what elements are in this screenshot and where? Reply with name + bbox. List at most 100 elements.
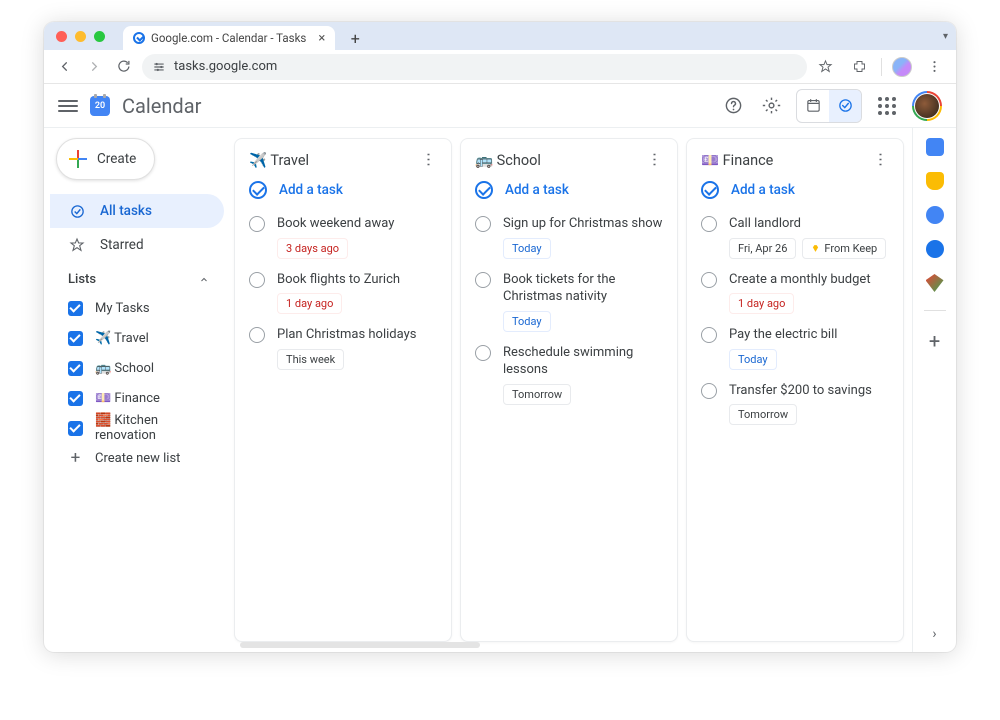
maximize-window[interactable] bbox=[94, 31, 105, 42]
task-row[interactable]: Call landlord Fri, Apr 26 From Keep bbox=[693, 209, 897, 265]
task-checkbox[interactable] bbox=[701, 216, 717, 232]
due-chip[interactable]: Tomorrow bbox=[503, 384, 571, 405]
task-row[interactable]: Book weekend away 3 days ago bbox=[241, 209, 445, 265]
due-chip[interactable]: Tomorrow bbox=[729, 404, 797, 425]
task-checkbox[interactable] bbox=[701, 383, 717, 399]
task-row[interactable]: Transfer $200 to savings Tomorrow bbox=[693, 376, 897, 432]
chevron-up-icon bbox=[198, 274, 210, 286]
due-chip[interactable]: This week bbox=[277, 349, 344, 370]
due-chip[interactable]: Today bbox=[503, 311, 551, 332]
nav-label: All tasks bbox=[100, 203, 152, 219]
keep-addon-icon[interactable] bbox=[926, 172, 944, 190]
column-menu-icon[interactable]: ⋯ bbox=[646, 152, 664, 168]
task-columns: ✈️ Travel ⋯ Add a task Book weekend away… bbox=[230, 128, 912, 652]
checkbox-icon[interactable] bbox=[68, 361, 83, 376]
task-row[interactable]: Sign up for Christmas show Today bbox=[467, 209, 671, 265]
checkbox-icon[interactable] bbox=[68, 391, 83, 406]
tasks-addon-icon[interactable] bbox=[926, 206, 944, 224]
tab-strip: Google.com - Calendar - Tasks × + ▾ bbox=[44, 22, 956, 50]
calendar-addon-icon[interactable] bbox=[926, 138, 944, 156]
source-chip[interactable]: From Keep bbox=[802, 238, 886, 259]
checkbox-icon[interactable] bbox=[68, 331, 83, 346]
reload-button[interactable] bbox=[112, 55, 136, 79]
add-task-button[interactable]: Add a task bbox=[241, 177, 445, 209]
add-task-button[interactable]: Add a task bbox=[693, 177, 897, 209]
lists-header[interactable]: Lists bbox=[50, 262, 224, 293]
profile-avatar[interactable] bbox=[892, 57, 912, 77]
account-avatar[interactable] bbox=[912, 91, 942, 121]
browser-tab[interactable]: Google.com - Calendar - Tasks × bbox=[123, 26, 335, 50]
window-controls bbox=[44, 31, 117, 42]
close-tab-icon[interactable]: × bbox=[318, 31, 325, 46]
site-info-icon[interactable] bbox=[152, 60, 166, 74]
contacts-addon-icon[interactable] bbox=[926, 240, 944, 258]
back-button[interactable] bbox=[52, 55, 76, 79]
task-checkbox[interactable] bbox=[475, 272, 491, 288]
horizontal-scrollbar[interactable] bbox=[240, 642, 480, 648]
support-icon[interactable] bbox=[720, 93, 746, 119]
due-chip[interactable]: Fri, Apr 26 bbox=[729, 238, 796, 259]
calendar-logo-icon: 20 bbox=[90, 96, 110, 116]
task-row[interactable]: Book tickets for the Christmas nativity … bbox=[467, 265, 671, 338]
task-checkbox[interactable] bbox=[701, 327, 717, 343]
url-text: tasks.google.com bbox=[174, 59, 277, 74]
checkbox-icon[interactable] bbox=[68, 301, 83, 316]
due-chip[interactable]: 1 day ago bbox=[277, 293, 342, 314]
create-list-label: Create new list bbox=[95, 451, 180, 466]
nav-starred[interactable]: Starred bbox=[50, 228, 224, 262]
add-task-label: Add a task bbox=[505, 182, 569, 198]
column-title: 🚌 School bbox=[475, 152, 541, 169]
maps-addon-icon[interactable] bbox=[926, 274, 944, 292]
task-checkbox[interactable] bbox=[249, 272, 265, 288]
task-title: Plan Christmas holidays bbox=[277, 326, 416, 344]
new-tab-button[interactable]: + bbox=[343, 26, 367, 50]
task-row[interactable]: Create a monthly budget 1 day ago bbox=[693, 265, 897, 321]
task-row[interactable]: Reschedule swimming lessons Tomorrow bbox=[467, 338, 671, 411]
omnibox[interactable]: tasks.google.com bbox=[142, 54, 807, 80]
task-row[interactable]: Plan Christmas holidays This week bbox=[241, 320, 445, 376]
get-addons-icon[interactable]: + bbox=[929, 329, 940, 353]
app-title: Calendar bbox=[122, 94, 201, 118]
tasks-view-button[interactable] bbox=[829, 90, 861, 122]
checkbox-icon[interactable] bbox=[68, 421, 83, 436]
task-row[interactable]: Pay the electric bill Today bbox=[693, 320, 897, 376]
due-chip[interactable]: Today bbox=[729, 349, 777, 370]
browser-menu-icon[interactable] bbox=[922, 55, 946, 79]
tab-overflow-icon[interactable]: ▾ bbox=[943, 31, 948, 42]
tab-title: Google.com - Calendar - Tasks bbox=[151, 31, 306, 45]
minimize-window[interactable] bbox=[75, 31, 86, 42]
column-menu-icon[interactable]: ⋯ bbox=[872, 152, 890, 168]
main-menu-button[interactable] bbox=[58, 100, 78, 112]
list-item-kitchen[interactable]: 🧱 Kitchen renovation bbox=[50, 413, 224, 443]
create-new-list[interactable]: + Create new list bbox=[50, 443, 224, 473]
list-item-school[interactable]: 🚌 School bbox=[50, 353, 224, 383]
nav-all-tasks[interactable]: All tasks bbox=[50, 194, 224, 228]
lists-label: Lists bbox=[68, 272, 96, 287]
task-checkbox[interactable] bbox=[701, 272, 717, 288]
task-checkbox[interactable] bbox=[249, 327, 265, 343]
task-checkbox[interactable] bbox=[249, 216, 265, 232]
task-title: Transfer $200 to savings bbox=[729, 382, 872, 400]
add-task-button[interactable]: Add a task bbox=[467, 177, 671, 209]
due-chip[interactable]: 1 day ago bbox=[729, 293, 794, 314]
column-menu-icon[interactable]: ⋯ bbox=[420, 152, 438, 168]
extensions-icon[interactable] bbox=[847, 55, 871, 79]
calendar-view-button[interactable] bbox=[797, 90, 829, 122]
bookmark-icon[interactable] bbox=[813, 55, 837, 79]
due-chip[interactable]: 3 days ago bbox=[277, 238, 348, 259]
google-apps-icon[interactable] bbox=[874, 93, 900, 119]
forward-button[interactable] bbox=[82, 55, 106, 79]
list-item-my-tasks[interactable]: My Tasks bbox=[50, 293, 224, 323]
close-window[interactable] bbox=[56, 31, 67, 42]
collapse-panel-icon[interactable]: › bbox=[932, 626, 936, 652]
create-button[interactable]: Create bbox=[56, 138, 155, 180]
settings-icon[interactable] bbox=[758, 93, 784, 119]
column-header: 🚌 School ⋯ bbox=[467, 149, 671, 177]
list-item-travel[interactable]: ✈️ Travel bbox=[50, 323, 224, 353]
list-item-finance[interactable]: 💷 Finance bbox=[50, 383, 224, 413]
task-checkbox[interactable] bbox=[475, 345, 491, 361]
due-chip[interactable]: Today bbox=[503, 238, 551, 259]
task-row[interactable]: Book flights to Zurich 1 day ago bbox=[241, 265, 445, 321]
task-title: Pay the electric bill bbox=[729, 326, 837, 344]
task-checkbox[interactable] bbox=[475, 216, 491, 232]
